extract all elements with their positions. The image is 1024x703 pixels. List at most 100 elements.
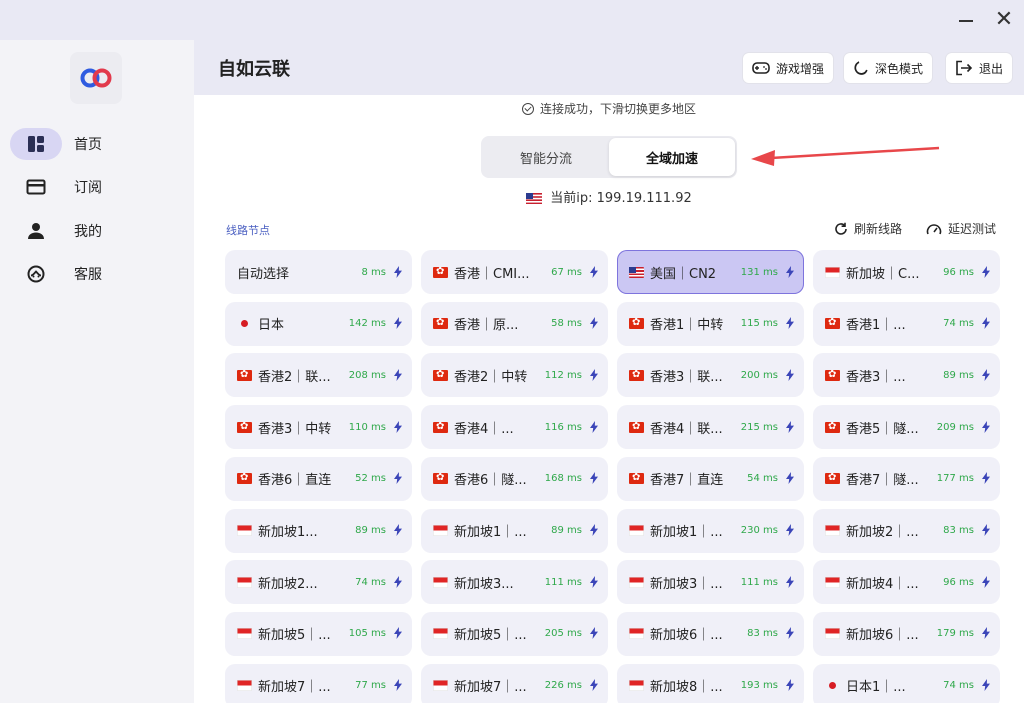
node-latency: 52 ms [355,473,386,485]
node-latency: 179 ms [936,628,974,640]
node-item[interactable]: 香港1｜中转 115 ms [617,301,804,346]
node-item[interactable]: 香港2｜中转 112 ms [421,353,608,398]
sidebar: 首页 订阅 我的 客服 [0,40,194,703]
game-boost-label: 游戏增强 [776,61,825,76]
node-item[interactable]: 新加坡4｜... 96 ms [813,560,1000,605]
hk-flag-icon [237,471,252,485]
node-item[interactable]: 香港3｜联... 200 ms [617,353,804,398]
node-item[interactable]: 新加坡1｜... 230 ms [617,508,804,553]
node-name: 香港4｜... [454,421,514,437]
node-item[interactable]: 日本 142 ms [225,301,412,346]
close-button[interactable]: ✕ [992,8,1016,32]
node-name: 香港7｜直连 [650,473,724,489]
hk-flag-icon [825,471,840,485]
bolt-icon [394,263,402,282]
node-item[interactable]: 香港6｜隧... 168 ms [421,456,608,501]
bolt-icon [982,366,990,385]
node-name: 新加坡6｜... [650,628,723,644]
node-item[interactable]: 香港3｜中转 110 ms [225,405,412,450]
game-boost-button[interactable]: 游戏增强 [743,53,834,83]
node-latency: 111 ms [740,576,778,588]
node-item[interactable]: 美国｜CN2 131 ms [617,250,804,294]
sidebar-item-support[interactable]: 客服 [10,258,180,290]
node-item[interactable]: 自动选择 8 ms [225,250,412,294]
node-item[interactable]: 新加坡3... 111 ms [421,560,608,605]
node-name: 新加坡1... [258,525,318,540]
node-item[interactable]: 香港6｜直连 52 ms [225,456,412,501]
node-latency: 89 ms [551,525,582,536]
bolt-icon [786,624,794,643]
node-item[interactable]: 香港4｜... 116 ms [421,405,608,450]
node-item[interactable]: 新加坡1｜... 89 ms [421,508,608,553]
sidebar-item-label: 订阅 [74,180,102,196]
hk-flag-icon [433,471,448,485]
node-latency: 131 ms [740,266,778,278]
card-icon [10,171,62,203]
node-item[interactable]: 香港3｜... 89 ms [813,353,1000,398]
bolt-icon [590,521,598,540]
node-item[interactable]: 香港4｜联... 215 ms [617,405,804,450]
bolt-icon [590,469,598,488]
minimize-button[interactable] [954,8,978,32]
refresh-nodes-button[interactable]: 刷新线路 [834,220,902,237]
bolt-icon [394,521,402,540]
node-item[interactable]: 香港｜原... 58 ms [421,301,608,346]
sg-flag-icon [433,680,448,692]
sidebar-item-subscription[interactable]: 订阅 [10,171,180,203]
mode-option-smart[interactable]: 智能分流 [483,138,609,176]
node-item[interactable]: 香港5｜隧... 209 ms [813,405,1000,450]
node-item[interactable]: 新加坡1... 89 ms [225,508,412,553]
node-item[interactable]: 香港7｜直连 54 ms [617,456,804,501]
sg-flag-icon [237,525,252,536]
header: 自如云联 游戏增强 深色模式 退出 [194,40,1024,95]
node-item[interactable]: 新加坡5｜... 205 ms [421,611,608,656]
node-name: 香港1｜... [846,318,906,334]
node-item[interactable]: 日本1｜... 74 ms [813,663,1000,703]
node-latency: 110 ms [348,421,386,433]
sidebar-item-home[interactable]: 首页 [10,128,180,160]
logo-icon [80,68,112,88]
node-item[interactable]: 香港2｜联... 208 ms [225,353,412,398]
hk-flag-icon [825,316,840,330]
node-item[interactable]: 新加坡2... 74 ms [225,560,412,605]
node-item[interactable]: 新加坡5｜... 105 ms [225,611,412,656]
node-item[interactable]: 香港7｜隧... 177 ms [813,456,1000,501]
sidebar-item-profile[interactable]: 我的 [10,215,180,247]
mode-option-global[interactable]: 全域加速 [609,138,735,176]
node-name: 香港7｜隧... [846,473,919,489]
page-title: 自如云联 [218,59,290,80]
dark-mode-button[interactable]: 深色模式 [844,53,933,83]
node-item[interactable]: 新加坡3｜... 111 ms [617,560,804,605]
node-name: 香港3｜中转 [258,421,332,437]
status-text: 连接成功，下滑切换更多地区 [539,102,696,116]
node-latency: 208 ms [348,369,386,381]
node-latency: 83 ms [747,628,778,640]
node-item[interactable]: 新加坡8｜... 193 ms [617,663,804,703]
node-item[interactable]: 新加坡7｜... 226 ms [421,663,608,703]
node-item[interactable]: 香港｜CMI... 67 ms [421,250,608,294]
node-item[interactable]: 新加坡6｜... 83 ms [617,611,804,656]
sg-flag-icon [433,628,448,640]
bolt-icon [982,624,990,643]
logout-button[interactable]: 退出 [946,53,1013,83]
latency-test-label: 延迟测试 [948,222,997,236]
user-icon [10,215,62,247]
bolt-icon [786,573,794,592]
current-ip: 当前ip: 199.19.111.92 [194,187,1024,208]
node-name: 新加坡｜C... [846,266,920,282]
node-item[interactable]: 新加坡2｜... 83 ms [813,508,1000,553]
node-item[interactable]: 香港1｜... 74 ms [813,301,1000,346]
app-logo [70,52,122,104]
sg-flag-icon [433,525,448,536]
node-name: 新加坡6｜... [846,628,919,644]
node-item[interactable]: 新加坡7｜... 77 ms [225,663,412,703]
bolt-icon [590,263,598,282]
node-item[interactable]: 新加坡6｜... 179 ms [813,611,1000,656]
node-item[interactable]: 新加坡｜C... 96 ms [813,250,1000,294]
latency-test-button[interactable]: 延迟测试 [926,220,996,237]
bolt-icon [394,418,402,437]
node-name: 香港4｜联... [650,421,723,437]
bolt-icon [982,676,990,695]
hk-flag-icon [237,420,252,433]
node-name: 美国｜CN2 [650,266,717,282]
